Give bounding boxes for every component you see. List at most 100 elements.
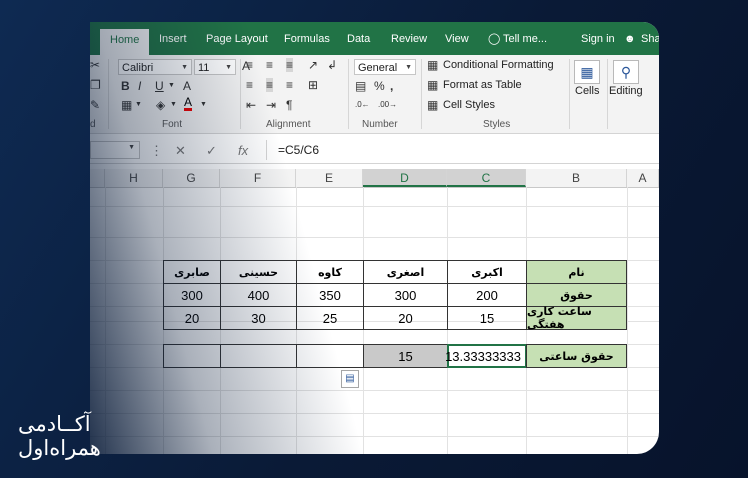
search-icon[interactable]: ⚲ xyxy=(613,60,639,84)
insert-function-button[interactable]: fx xyxy=(238,143,248,158)
align-center-icon[interactable]: ≡ xyxy=(266,78,274,92)
merge-center-icon[interactable]: ⊞ xyxy=(308,78,318,92)
column-header-h[interactable]: H xyxy=(105,169,163,187)
brand-line-2: همراه‌اول xyxy=(18,436,101,460)
tell-me-box[interactable]: Tell me... xyxy=(503,32,547,46)
format-painter-icon[interactable]: ✎ xyxy=(90,98,100,112)
chevron-down-icon[interactable]: ▼ xyxy=(135,98,142,112)
table-cell[interactable]: اکبری xyxy=(447,260,527,284)
tab-view[interactable]: View xyxy=(445,32,469,46)
formula-input[interactable]: =C5/C6 xyxy=(278,143,319,157)
font-size-select[interactable]: 11 ▼ xyxy=(194,59,236,75)
underline-button[interactable]: U xyxy=(155,79,164,93)
row-label-salary[interactable]: حقوق xyxy=(526,283,627,307)
borders-icon[interactable]: ▦ xyxy=(121,98,132,112)
table-cell[interactable]: 20 xyxy=(363,306,448,330)
chevron-down-icon[interactable]: ▼ xyxy=(200,98,207,112)
table-cell[interactable]: 20 xyxy=(163,306,221,330)
table-cell[interactable]: 400 xyxy=(220,283,297,307)
row-label-name[interactable]: نام xyxy=(526,260,627,284)
group-alignment-label: Alignment xyxy=(266,119,311,130)
increase-decimal-icon[interactable]: .0← xyxy=(355,98,370,112)
tab-review[interactable]: Review xyxy=(391,32,427,46)
cells-button[interactable]: Cells xyxy=(575,85,599,97)
column-header-d[interactable]: D xyxy=(363,169,447,187)
table-cell[interactable]: 300 xyxy=(163,283,221,307)
fill-color-icon[interactable]: ◈ xyxy=(156,98,165,112)
chevron-down-icon[interactable]: ▼ xyxy=(170,98,177,112)
font-name-select[interactable]: Calibri ▼ xyxy=(118,59,192,75)
decrease-indent-icon[interactable]: ⇤ xyxy=(246,98,256,112)
tab-data[interactable]: Data xyxy=(347,32,370,46)
column-header-e[interactable]: E xyxy=(296,169,363,187)
orientation-icon[interactable]: ↗ xyxy=(308,58,318,72)
column-header-c[interactable]: C xyxy=(447,169,526,187)
column-header-b[interactable]: B xyxy=(526,169,627,187)
cells-icon[interactable]: ▦ xyxy=(574,60,600,84)
increase-indent-icon[interactable]: ⇥ xyxy=(266,98,276,112)
chevron-down-icon[interactable]: ▼ xyxy=(168,79,175,93)
table-cell[interactable]: اصغری xyxy=(363,260,448,284)
align-left-icon[interactable]: ≡ xyxy=(246,78,253,92)
sheet-grid[interactable]: صابری حسینی کاوه اصغری اکبری نام 300 400… xyxy=(90,187,659,454)
table-cell[interactable]: 300 xyxy=(363,283,448,307)
table-cell[interactable] xyxy=(220,344,297,368)
enter-icon[interactable]: ✓ xyxy=(206,143,217,159)
name-box[interactable]: ▼ xyxy=(90,141,140,159)
align-right-icon[interactable]: ≡ xyxy=(286,78,293,92)
font-size-grow-icon[interactable]: A xyxy=(183,79,191,93)
table-cell[interactable]: کاوه xyxy=(296,260,364,284)
font-color-button[interactable]: A xyxy=(184,96,193,111)
quick-analysis-icon[interactable]: ▤ xyxy=(341,370,359,388)
tab-page-layout[interactable]: Page Layout xyxy=(206,32,268,46)
table-cell[interactable] xyxy=(163,344,221,368)
align-middle-icon[interactable]: ≡ xyxy=(266,58,273,72)
align-bottom-icon[interactable]: ≡ xyxy=(286,58,294,72)
row-label-hours[interactable]: ساعت کاری هفتگی xyxy=(526,305,627,331)
decrease-decimal-icon[interactable]: .00→ xyxy=(378,98,397,112)
divider xyxy=(607,59,608,129)
chevron-down-icon: ▼ xyxy=(128,144,135,151)
table-cell[interactable]: 200 xyxy=(447,283,527,307)
divider xyxy=(348,59,349,129)
table-cell[interactable]: 350 xyxy=(296,283,364,307)
currency-icon[interactable]: ▤ xyxy=(355,79,366,93)
table-cell[interactable]: 25 xyxy=(296,306,364,330)
share-button[interactable]: Sha xyxy=(641,32,659,46)
tab-insert[interactable]: Insert xyxy=(159,32,187,46)
group-clipboard-label: d xyxy=(90,119,96,130)
selected-cell[interactable]: 15 xyxy=(363,344,448,368)
bold-button[interactable]: B xyxy=(121,79,130,93)
more-icon: ⋮ xyxy=(150,143,163,158)
column-header-a[interactable]: A xyxy=(627,169,659,187)
comma-style-button[interactable]: , xyxy=(390,79,393,93)
active-cell[interactable]: 13.33333333 xyxy=(445,344,527,368)
tab-home[interactable]: Home xyxy=(100,29,150,55)
copy-icon[interactable]: ❐ xyxy=(90,78,101,92)
number-format-select[interactable]: General ▼ xyxy=(354,59,416,75)
tab-formulas[interactable]: Formulas xyxy=(284,32,330,46)
table-cell[interactable] xyxy=(296,344,364,368)
column-header[interactable] xyxy=(90,169,105,187)
italic-button[interactable]: I xyxy=(138,79,141,93)
table-cell[interactable]: 15 xyxy=(447,306,527,330)
cut-icon[interactable]: ✂ xyxy=(90,58,100,72)
divider xyxy=(108,59,109,129)
table-cell[interactable]: 30 xyxy=(220,306,297,330)
table-cell[interactable]: حسینی xyxy=(220,260,297,284)
chevron-down-icon: ▼ xyxy=(405,64,412,71)
row-label-hourly[interactable]: حقوق ساعتی xyxy=(526,344,627,368)
format-as-table-button[interactable]: Format as Table xyxy=(443,79,522,91)
column-header-g[interactable]: G xyxy=(163,169,220,187)
column-header-f[interactable]: F xyxy=(220,169,296,187)
wrap-text-icon[interactable]: ↲ xyxy=(327,58,337,72)
cancel-icon[interactable]: ✕ xyxy=(175,143,186,159)
align-top-icon[interactable]: ≡ xyxy=(246,58,253,72)
text-direction-icon[interactable]: ¶ xyxy=(286,98,292,112)
signin-link[interactable]: Sign in xyxy=(581,32,615,46)
conditional-formatting-button[interactable]: Conditional Formatting xyxy=(443,59,554,71)
cell-styles-button[interactable]: Cell Styles xyxy=(443,99,495,111)
table-cell[interactable]: صابری xyxy=(163,260,221,284)
percent-button[interactable]: % xyxy=(374,79,385,93)
editing-button[interactable]: Editing xyxy=(609,85,643,97)
